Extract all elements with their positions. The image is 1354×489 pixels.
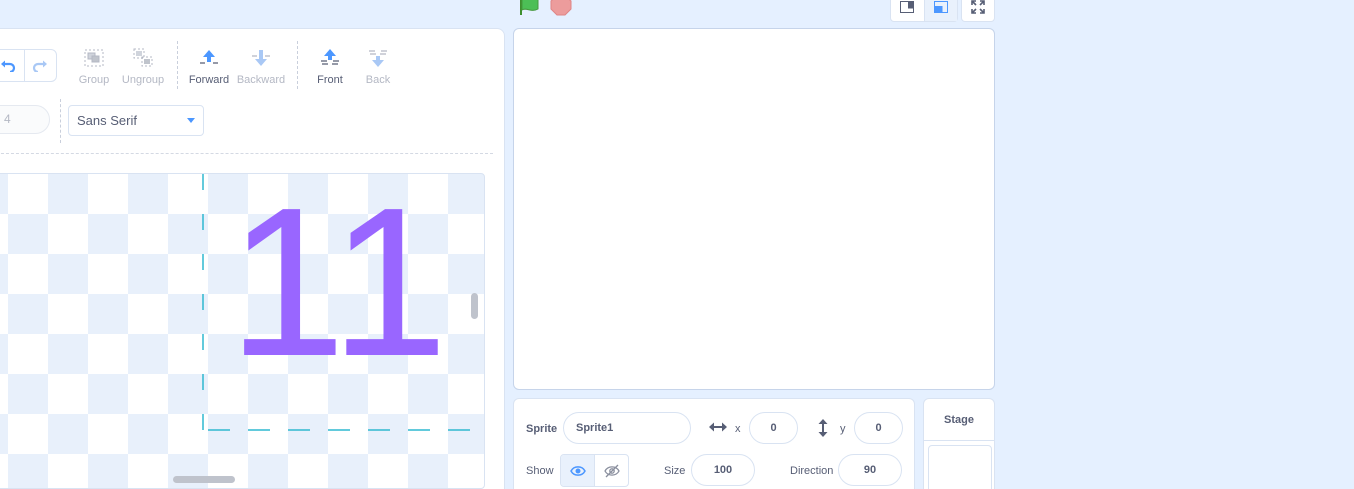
back-button[interactable]: Back [350,47,406,87]
font-dropdown[interactable]: Sans Serif [68,105,204,136]
backward-icon [252,50,270,66]
front-label: Front [317,74,343,86]
sprite-name-input[interactable]: Sprite1 [563,412,691,444]
horizontal-scrollbar[interactable] [173,476,235,483]
undo-icon [0,60,15,72]
size-label: Size [664,465,686,477]
stop-icon[interactable] [550,0,572,16]
hide-button[interactable] [595,455,628,486]
sprite-name-label: Sprite [526,423,558,435]
back-label: Back [365,74,391,86]
toolbar-divider [177,41,178,89]
small-stage-button[interactable] [891,0,925,21]
font-dropdown-value: Sans Serif [77,113,137,128]
eye-icon [569,465,586,476]
backward-button[interactable]: Backward [233,47,289,87]
vertical-arrows-icon [818,419,828,437]
toolbar-separator [0,153,493,154]
eye-hidden-icon [603,464,620,477]
group-button[interactable]: Group [66,47,122,87]
large-stage-icon [933,1,948,13]
undo-button[interactable] [0,50,25,81]
y-input[interactable]: 0 [854,412,903,444]
paint-canvas[interactable]: 11 [0,173,485,489]
canvas-drawing: 11 [202,174,484,434]
horizontal-arrows-icon [709,422,727,432]
chevron-down-icon [187,118,195,123]
toolbar-divider [60,99,61,143]
stage-selector[interactable]: Stage [923,398,995,489]
size-input[interactable]: 100 [691,454,755,486]
green-flag-icon[interactable] [518,0,542,16]
forward-button[interactable]: Forward [181,47,237,87]
stage-size-toggle [890,0,958,22]
ungroup-icon [133,48,153,67]
forward-icon [200,50,218,64]
x-label: x [735,423,741,435]
undo-redo-group [0,49,57,82]
ungroup-label: Ungroup [121,74,165,86]
stage-selector-title: Stage [924,399,994,441]
paint-editor: Group Ungroup Forward Backward Front Bac… [0,28,505,489]
fullscreen-icon [971,0,985,14]
stroke-width-input[interactable]: 4 [0,105,50,134]
show-button[interactable] [561,455,595,486]
large-stage-button[interactable] [924,0,957,21]
group-icon [84,49,104,67]
backward-label: Backward [236,74,286,86]
ungroup-button[interactable]: Ungroup [115,47,171,87]
back-icon [369,50,387,67]
group-label: Group [78,74,110,86]
direction-input[interactable]: 90 [838,454,902,486]
vertical-scrollbar[interactable] [471,293,478,319]
stage-thumbnail[interactable] [928,445,992,489]
fullscreen-button[interactable] [961,0,995,22]
show-label: Show [526,465,554,477]
small-stage-icon [900,1,915,13]
stage-canvas[interactable] [513,28,995,390]
canvas-text[interactable]: 11 [228,174,448,400]
forward-label: Forward [188,74,230,86]
visibility-toggle [560,454,629,487]
toolbar-divider [297,41,298,89]
front-icon [321,49,339,65]
y-label: y [840,423,846,435]
sprite-info-panel: Sprite Sprite1 x 0 y 0 Show Size 100 Dir… [513,398,915,489]
x-input[interactable]: 0 [749,412,798,444]
redo-icon [33,60,48,72]
direction-label: Direction [790,465,834,477]
redo-button[interactable] [25,50,57,81]
